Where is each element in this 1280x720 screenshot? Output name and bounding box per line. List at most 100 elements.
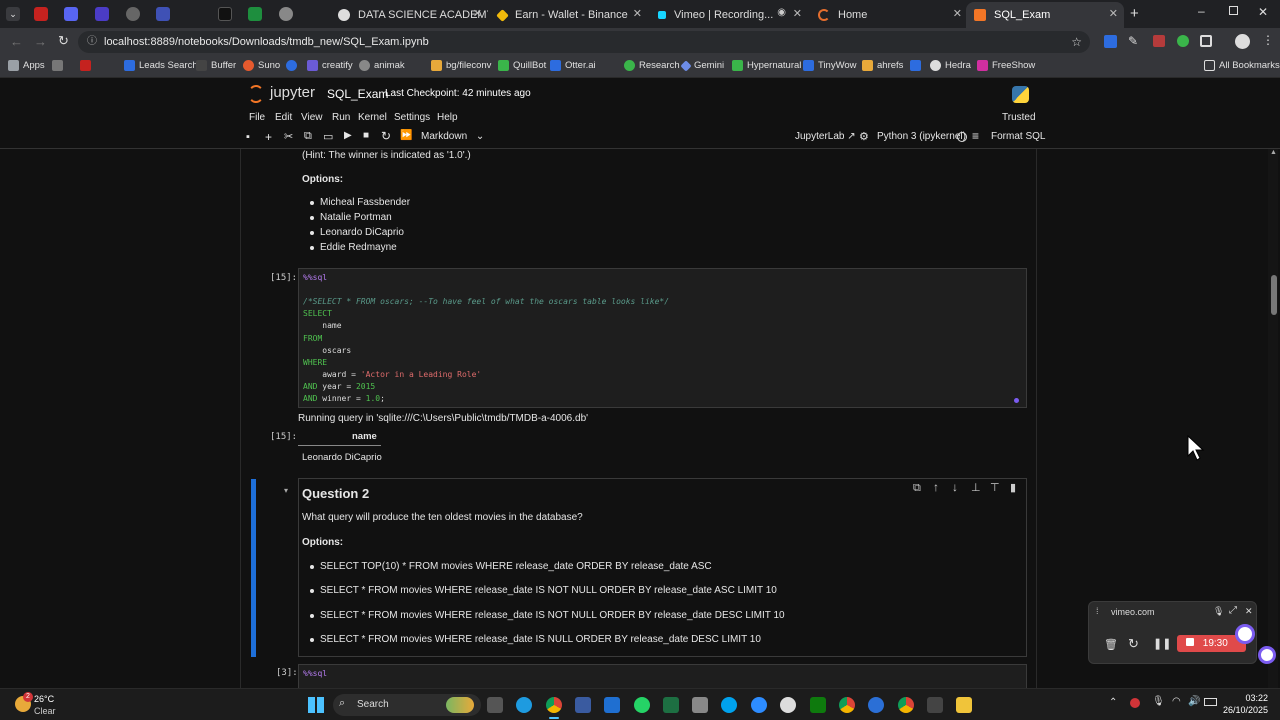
new-tab-plus-icon[interactable]: + [1130,5,1139,22]
chrome-icon[interactable] [546,697,562,713]
pinned-tab-icon[interactable] [218,7,232,21]
cut-icon[interactable]: ✂ [284,130,293,143]
kernel-name[interactable]: Python 3 (ipykernel) [877,131,966,142]
trusted-indicator[interactable]: Trusted [1002,112,1036,123]
tab-binance[interactable]: Earn - Wallet - Binance ✕ [490,2,648,28]
address-bar[interactable]: ⓘ localhost:8889/notebooks/Downloads/tmd… [78,31,1090,53]
chrome-icon[interactable] [898,697,914,713]
save-icon[interactable]: ▪ [246,131,250,143]
settings-gear-icon[interactable] [868,697,884,713]
drag-handle-icon[interactable]: ⁞ [1096,606,1099,616]
whatsapp-icon[interactable] [634,697,650,713]
insert-below-icon[interactable]: ⊤ [990,481,1000,494]
cell-type-dropdown[interactable]: Markdown ⌄ [421,131,484,142]
jupyter-logo-text[interactable]: jupyter [270,84,315,101]
hamburger-icon[interactable]: ≡ [972,129,979,143]
close-icon[interactable]: ✕ [633,7,642,20]
bookmark-animak[interactable]: animak [359,60,405,71]
chrome-icon[interactable] [839,697,855,713]
reload-icon[interactable]: ↻ [58,33,69,49]
weather-temp[interactable]: 26°C [34,694,54,704]
bookmark-k[interactable] [910,60,925,71]
format-sql-button[interactable]: Format SQL [991,131,1045,142]
scroll-up-icon[interactable]: ▲ [1270,149,1277,156]
duplicate-cell-icon[interactable]: ⧉ [913,482,921,495]
file-explorer-icon[interactable] [956,697,972,713]
bookmark-gmail[interactable] [80,60,95,71]
bookmark-research[interactable]: Research [624,60,680,71]
menu-settings[interactable]: Settings [394,112,430,123]
scrollbar-thumb[interactable] [1271,275,1277,315]
bookmark-creatify[interactable]: creatify [307,60,353,71]
trash-icon[interactable]: 🗑 [1104,638,1118,651]
insert-above-icon[interactable]: ⊥ [971,481,981,494]
bookmark-apps[interactable]: Apps [8,60,45,71]
volume-icon[interactable]: 🔊 [1188,696,1200,707]
gear-icon[interactable]: ⚙ [859,130,869,143]
restore-icon[interactable] [1229,6,1238,15]
close-icon[interactable]: ✕ [1245,606,1253,617]
expand-icon[interactable]: ⤢ [1229,605,1237,616]
bookmark-gemini[interactable]: Gemini [680,59,724,72]
pinned-tab-icon[interactable] [64,7,78,21]
clock-time[interactable]: 03:22 [1220,693,1268,703]
bookmark-leads-search[interactable]: Leads Search [124,60,198,71]
app-icon[interactable] [721,697,737,713]
restart-icon[interactable]: ↻ [381,129,391,143]
minimize-icon[interactable]: – [1198,4,1205,18]
bookmark-star-icon[interactable]: ☆ [1071,31,1082,53]
bookmark-freeshow[interactable]: FreeShow [977,60,1035,71]
bookmark-hedra[interactable]: Hedra [930,60,971,71]
menu-file[interactable]: File [249,112,265,123]
browser-menu-icon[interactable]: ⋮ [1262,33,1274,47]
clock-date[interactable]: 26/10/2025 [1220,705,1268,715]
extension-icon[interactable]: ✎ [1128,34,1138,48]
bookmark-ahrefs[interactable]: ahrefs [862,60,903,71]
run-icon[interactable]: ▶ [344,130,352,141]
close-icon[interactable]: ✕ [953,7,962,20]
restart-icon[interactable]: ↻ [1128,636,1139,652]
copy-icon[interactable]: ⧉ [304,130,312,143]
bookmark-quillbot[interactable]: QuillBot [498,60,546,71]
app-grid-icon[interactable] [692,697,708,713]
extensions-puzzle-icon[interactable] [1200,35,1212,47]
excel-icon[interactable] [663,697,679,713]
move-down-icon[interactable]: ↓ [952,480,958,494]
close-icon[interactable]: ✕ [1109,7,1118,20]
pinned-tab-icon[interactable] [156,7,170,21]
jupyter-logo-icon[interactable] [248,85,264,103]
microphone-icon[interactable]: 🎙 [1152,696,1165,707]
window-close-icon[interactable]: ✕ [1258,5,1268,19]
app-icon[interactable] [810,697,826,713]
extension-icon[interactable] [1177,35,1189,47]
tab-sql-exam[interactable]: SQL_Exam ✕ [966,2,1124,28]
github-icon[interactable] [780,697,796,713]
bookmark-blue[interactable] [286,60,301,71]
chevron-up-icon[interactable]: ⌃ [1109,697,1117,708]
wifi-icon[interactable]: ◠ [1172,696,1181,707]
menu-kernel[interactable]: Kernel [358,112,387,123]
pinned-tab-icon[interactable] [126,7,140,21]
all-bookmarks[interactable]: All Bookmarks [1204,60,1280,71]
menu-help[interactable]: Help [437,112,458,123]
pinned-tab-icon[interactable] [95,7,109,21]
forward-icon[interactable]: → [34,34,47,49]
notebook-name[interactable]: SQL_Exam [327,87,388,101]
bookmark-suno[interactable]: Suno [243,60,280,71]
insert-cell-icon[interactable]: + [265,130,272,144]
bookmark-buffer[interactable]: Buffer [196,60,236,71]
app-icon[interactable] [927,697,943,713]
sheets-tab-icon[interactable] [248,7,262,21]
scrollbar-track[interactable] [1268,149,1278,688]
pause-icon[interactable]: ❚❚ [1153,637,1171,650]
brain-extension-icon[interactable] [1235,624,1255,644]
app-icon[interactable] [575,697,591,713]
tray-app-icon[interactable] [1130,698,1140,708]
move-up-icon[interactable]: ↑ [933,480,939,494]
jupyterlab-link[interactable]: JupyterLab ↗ [795,131,856,142]
bookmark-tinywow[interactable]: TinyWow [803,60,857,71]
paste-icon[interactable]: ▭ [323,130,333,143]
tab-home[interactable]: Home ✕ [810,2,968,28]
close-icon[interactable]: ✕ [473,7,482,20]
close-icon[interactable]: ✕ [793,7,802,20]
